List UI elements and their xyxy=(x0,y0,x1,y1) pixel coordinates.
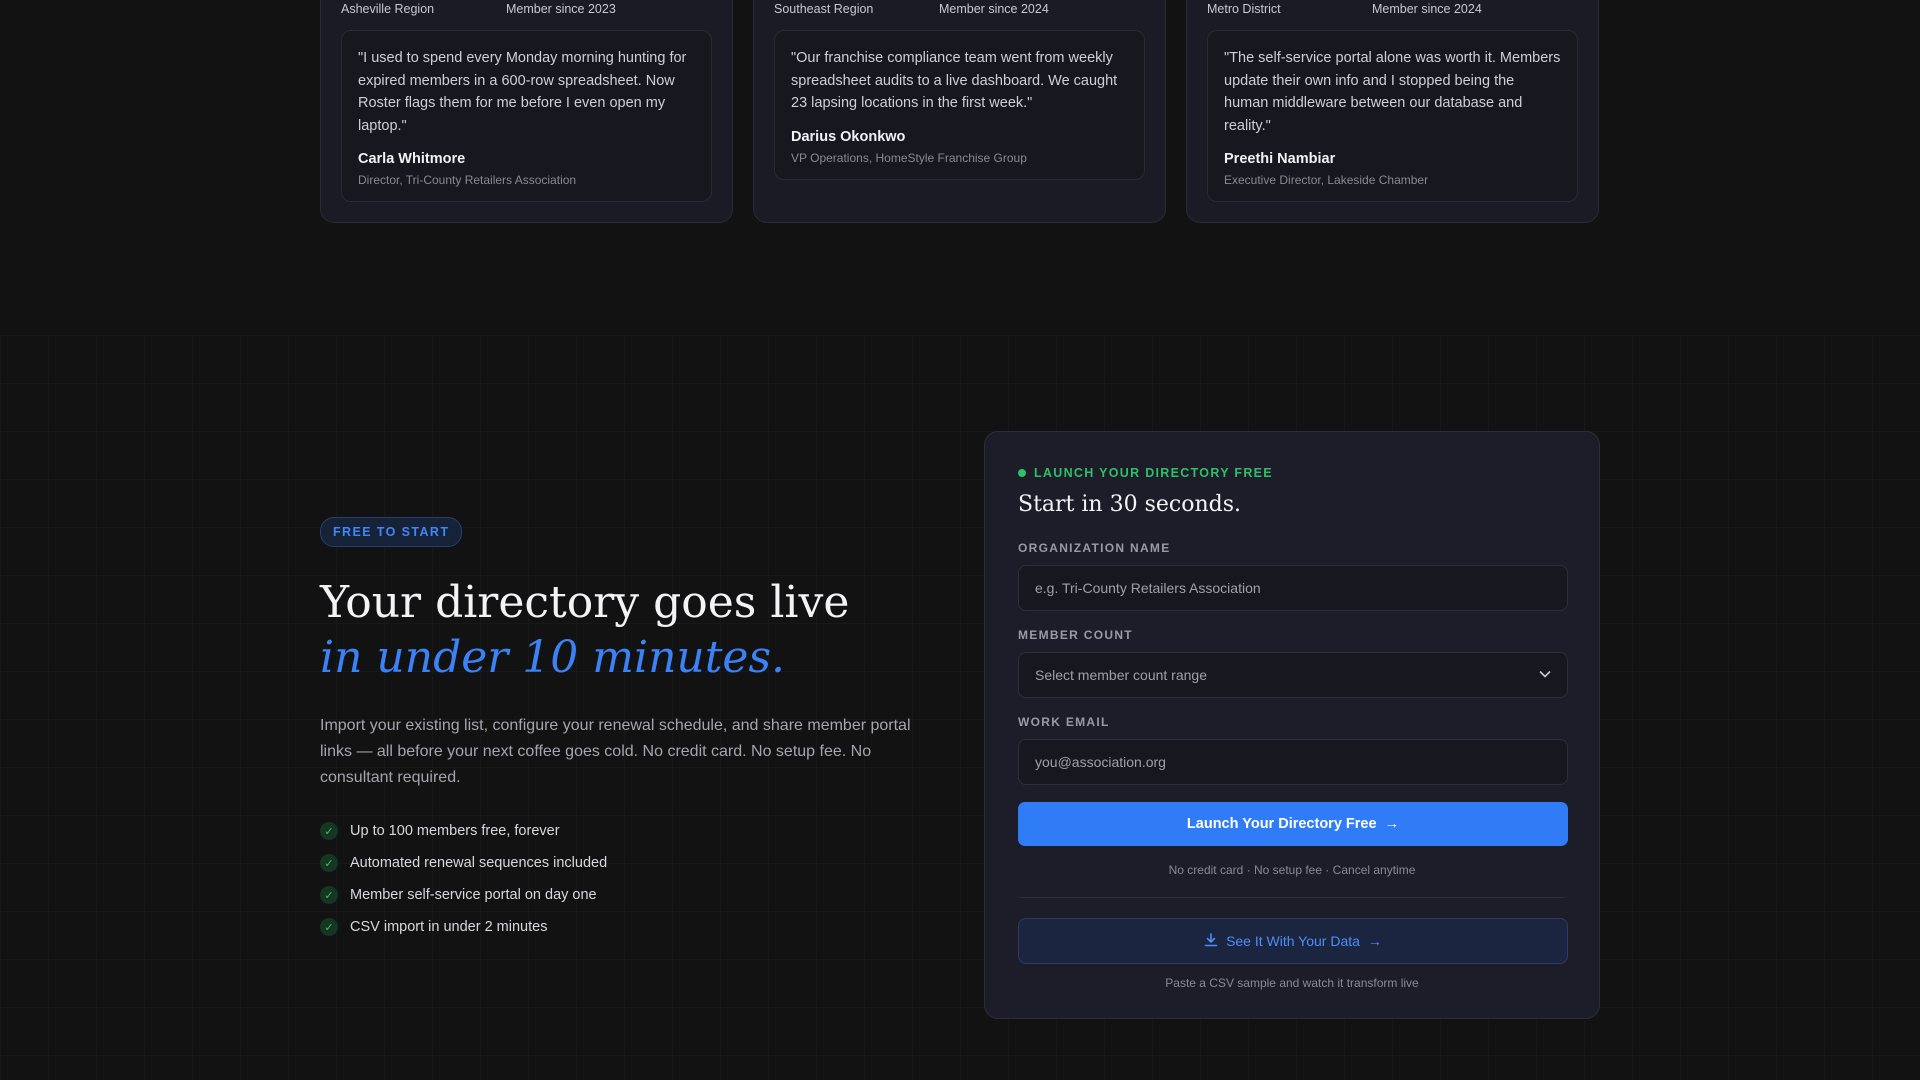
testimonial-author-name: Preethi Nambiar xyxy=(1224,151,1336,167)
testimonial-region: Metro District xyxy=(1207,2,1281,16)
work-email-input[interactable] xyxy=(1018,739,1568,785)
download-icon xyxy=(1204,932,1218,950)
testimonial-card: Asheville Region Member since 2023 "I us… xyxy=(320,0,733,223)
fine-print: No credit card · No setup fee · Cancel a… xyxy=(1168,863,1416,877)
testimonial-quote-box: "I used to spend every Monday morning hu… xyxy=(341,30,712,202)
checklist-item-label: Up to 100 members free, forever xyxy=(350,823,560,839)
cta-description: Import your existing list, configure you… xyxy=(320,717,911,786)
form-title: Start in 30 seconds. xyxy=(1018,492,1241,517)
work-email-label: WORK EMAIL xyxy=(1018,715,1110,729)
testimonial-card: Southeast Region Member since 2024 "Our … xyxy=(753,0,1166,223)
testimonial-member-since: Member since 2023 xyxy=(506,2,616,16)
testimonial-author-name: Darius Okonkwo xyxy=(791,128,906,145)
testimonial-quote-box: "The self-service portal alone was worth… xyxy=(1207,30,1578,202)
feature-checklist: ✓ Up to 100 members free, forever ✓ Auto… xyxy=(320,815,920,943)
testimonial-quote: "The self-service portal alone was worth… xyxy=(1224,50,1561,134)
checklist-item-label: Automated renewal sequences included xyxy=(350,855,608,871)
testimonial-quote: "I used to spend every Monday morning hu… xyxy=(358,50,687,134)
checklist-item: ✓ Member self-service portal on day one xyxy=(320,879,920,911)
check-icon: ✓ xyxy=(320,854,338,872)
testimonial-quote-box: "Our franchise compliance team went from… xyxy=(774,30,1145,180)
organization-name-label: ORGANIZATION NAME xyxy=(1018,541,1171,555)
testimonial-region: Asheville Region xyxy=(341,2,435,16)
member-count-label: MEMBER COUNT xyxy=(1018,628,1133,642)
arrow-right-icon: → xyxy=(1384,816,1400,832)
arrow-right-icon: → xyxy=(1367,933,1382,949)
checklist-item: ✓ Up to 100 members free, forever xyxy=(320,815,920,847)
member-count-selected-value: Select member count range xyxy=(1035,667,1207,683)
check-icon: ✓ xyxy=(320,822,338,840)
check-icon: ✓ xyxy=(320,886,338,904)
testimonial-author-role: VP Operations, HomeStyle Franchise Group xyxy=(791,150,1027,165)
checklist-item: ✓ Automated renewal sequences included xyxy=(320,847,920,879)
testimonial-member-since: Member since 2024 xyxy=(1372,2,1482,16)
testimonial-region: Southeast Region xyxy=(774,2,874,16)
testimonial-meta: Asheville Region Member since 2023 xyxy=(341,0,671,30)
divider xyxy=(1018,897,1566,898)
cta-headline-line1: Your directory goes live xyxy=(320,577,850,628)
testimonials-row: Asheville Region Member since 2023 "I us… xyxy=(320,0,1600,223)
testimonial-member-since: Member since 2024 xyxy=(939,2,1049,16)
launch-directory-button[interactable]: Launch Your Directory Free → xyxy=(1018,802,1568,846)
page: Asheville Region Member since 2023 "I us… xyxy=(0,0,1920,1080)
checklist-item: ✓ CSV import in under 2 minutes xyxy=(320,911,920,943)
checklist-item-label: CSV import in under 2 minutes xyxy=(350,919,548,935)
testimonial-meta: Metro District Member since 2024 xyxy=(1207,0,1537,30)
check-icon: ✓ xyxy=(320,918,338,936)
cta-headline: Your directory goes live in under 10 min… xyxy=(320,575,920,685)
testimonial-meta: Southeast Region Member since 2024 xyxy=(774,0,1104,30)
see-with-your-data-button[interactable]: See It With Your Data → xyxy=(1018,918,1568,964)
member-count-select[interactable]: Select member count range xyxy=(1018,652,1568,698)
cta-headline-accent: in under 10 minutes. xyxy=(320,632,786,683)
testimonial-author-role: Executive Director, Lakeside Chamber xyxy=(1224,173,1429,187)
secondary-note: Paste a CSV sample and watch it transfor… xyxy=(1165,976,1419,990)
status-dot-icon xyxy=(1018,469,1026,477)
see-with-your-data-button-label: See It With Your Data xyxy=(1226,933,1360,949)
form-eyebrow-label: LAUNCH YOUR DIRECTORY FREE xyxy=(1034,466,1273,480)
testimonial-card: Metro District Member since 2024 "The se… xyxy=(1186,0,1599,223)
launch-directory-button-label: Launch Your Directory Free xyxy=(1186,816,1377,832)
testimonial-author-role: Director, Tri-County Retailers Associati… xyxy=(358,173,577,187)
signup-form-card: LAUNCH YOUR DIRECTORY FREE Start in 30 s… xyxy=(984,431,1600,1019)
form-eyebrow: LAUNCH YOUR DIRECTORY FREE xyxy=(1018,466,1566,480)
checklist-item-label: Member self-service portal on day one xyxy=(350,887,597,903)
chevron-down-icon xyxy=(1539,669,1551,681)
organization-name-input[interactable] xyxy=(1018,565,1568,611)
free-to-start-badge: FREE TO START xyxy=(320,517,463,547)
cta-section-background xyxy=(0,335,1920,1080)
cta-left-column: FREE TO START Your directory goes live i… xyxy=(320,517,920,943)
testimonial-quote: "Our franchise compliance team went from… xyxy=(791,50,1118,111)
testimonial-author-name: Carla Whitmore xyxy=(358,151,466,167)
